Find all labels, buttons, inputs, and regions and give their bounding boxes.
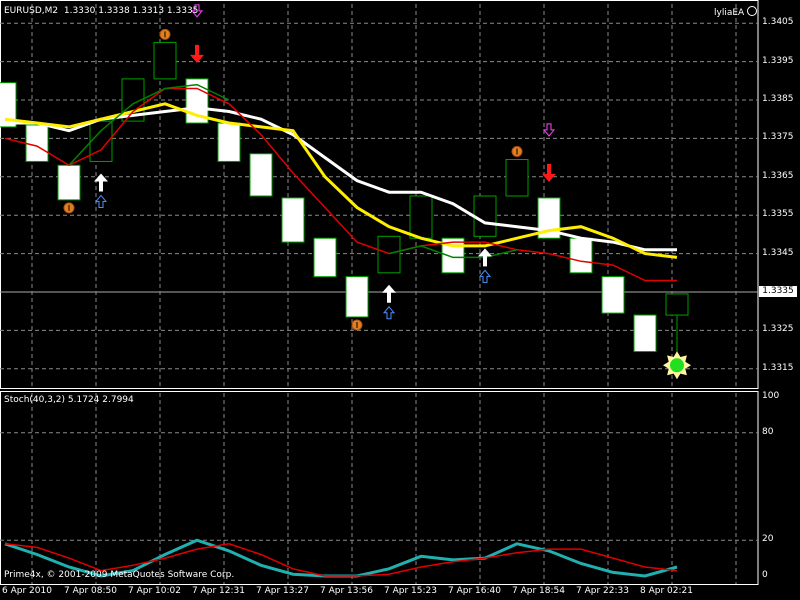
ea-name: lyliaEA xyxy=(714,8,745,18)
grid xyxy=(0,4,758,584)
stoch-tick-label: 80 xyxy=(762,426,774,437)
price-tick-label: 1.3315 xyxy=(762,362,794,373)
candle xyxy=(633,314,657,353)
chart-canvas xyxy=(0,0,759,585)
candle xyxy=(601,276,625,314)
price-tick-label: 1.3365 xyxy=(762,170,794,181)
time-tick-label: 7 Apr 12:31 xyxy=(192,586,245,596)
candle xyxy=(57,164,81,201)
candles xyxy=(0,41,689,358)
ea-label[interactable]: lyliaEA xyxy=(714,6,758,18)
quote-values: 1.3330 1.3338 1.3313 1.3335 xyxy=(63,6,199,16)
price-tick-label: 1.3345 xyxy=(762,247,794,258)
candle xyxy=(217,122,241,162)
price-tick-label: 1.3395 xyxy=(762,55,794,66)
time-tick-label: 7 Apr 16:40 xyxy=(448,586,501,596)
signal-dot-icon xyxy=(670,358,684,373)
down-arrow-icon xyxy=(190,44,204,63)
up-outline-arrow-icon xyxy=(94,194,108,208)
stoch-tick-label: 0 xyxy=(762,570,768,580)
time-tick-label: 6 Apr 2010 xyxy=(2,586,52,596)
price-tick-label: 1.3325 xyxy=(762,324,794,335)
candle xyxy=(665,293,689,316)
candle xyxy=(281,197,305,243)
candle xyxy=(569,237,593,274)
up-arrow-icon xyxy=(382,284,396,303)
stoch-label: Stoch(40,3,2) 5.1724 2.7994 xyxy=(4,395,134,405)
candle xyxy=(153,41,177,80)
candle xyxy=(313,237,337,278)
candle xyxy=(377,235,401,274)
down-outline-arrow-icon xyxy=(542,123,556,137)
time-tick-label: 7 Apr 22:33 xyxy=(576,586,629,596)
up-outline-arrow-icon xyxy=(382,306,396,320)
candle xyxy=(409,195,433,239)
candle xyxy=(249,153,273,197)
price-tick-label: 1.3405 xyxy=(762,17,794,28)
price-tick-label: 1.3355 xyxy=(762,209,794,220)
time-tick-label: 7 Apr 15:23 xyxy=(384,586,437,596)
time-tick-label: 8 Apr 02:21 xyxy=(640,586,693,596)
chart-header: EURUSD,M2 1.3330 1.3338 1.3313 1.3335 xyxy=(4,6,198,16)
current-price-tag: 1.3335 xyxy=(759,286,797,297)
time-tick-label: 7 Apr 08:50 xyxy=(64,586,117,596)
stoch-panel-border xyxy=(0,391,759,585)
price-tick-label: 1.3385 xyxy=(762,94,794,104)
stoch-tick-label: 20 xyxy=(762,534,774,545)
candle xyxy=(345,276,369,318)
up-outline-arrow-icon xyxy=(478,269,492,283)
smiley-icon xyxy=(747,6,758,16)
candle xyxy=(505,159,529,197)
time-tick-label: 7 Apr 13:56 xyxy=(320,586,373,596)
stoch-tick-label: 100 xyxy=(762,391,780,401)
symbol-label: EURUSD,M2 xyxy=(4,6,59,16)
candle xyxy=(473,195,497,237)
copyright-text: Prime4x, © 2001-2009 MetaQuotes Software… xyxy=(4,570,235,580)
time-tick-label: 7 Apr 10:02 xyxy=(128,586,181,596)
candle xyxy=(25,124,49,162)
price-tick-label: 1.3375 xyxy=(762,132,794,143)
time-tick-label: 7 Apr 18:54 xyxy=(512,586,565,596)
time-tick-label: 7 Apr 13:27 xyxy=(256,586,309,596)
